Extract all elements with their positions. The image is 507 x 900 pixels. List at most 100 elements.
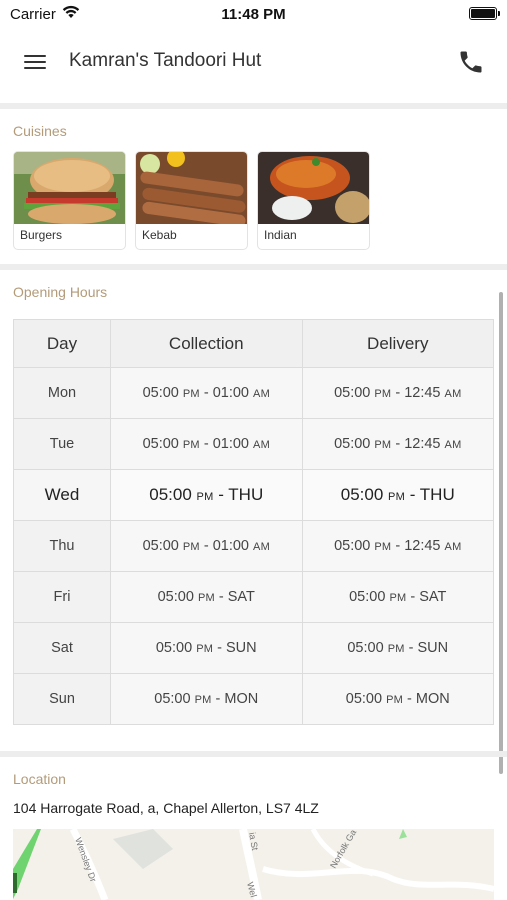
time-to: 12:45 [404, 436, 441, 452]
time-to: MON [415, 691, 450, 707]
day-cell: Thu [13, 520, 111, 572]
collection-hours-cell: 05:00 PM - 01:00 AM [110, 367, 303, 419]
time-separator: - [409, 485, 416, 504]
time-from-period: PM [388, 491, 405, 503]
time-from: 05:00 [154, 691, 191, 707]
time-separator: - [203, 436, 209, 452]
table-row: Sat 05:00 PM - SUN 05:00 PM - SUN [13, 622, 494, 674]
time-to-period: AM [253, 439, 270, 451]
collection-hours-cell: 05:00 PM - SAT [110, 571, 303, 623]
time-separator: - [218, 485, 224, 504]
hamburger-icon[interactable] [18, 48, 52, 76]
cuisine-card-burgers[interactable]: Burgers [13, 151, 126, 250]
delivery-hours-cell: 05:00 PM - THU [301, 469, 494, 521]
time-from: 05:00 [347, 640, 384, 656]
time-to: SUN [226, 640, 257, 656]
table-header-row: Day Collection Delivery [13, 319, 494, 368]
column-header-delivery: Delivery [301, 319, 494, 368]
time-from-period: PM [182, 541, 200, 553]
time-separator: - [407, 691, 412, 707]
time-to: MON [224, 691, 259, 707]
time-separator: - [395, 436, 401, 452]
time-to: SAT [419, 589, 447, 605]
time-from: 05:00 [142, 538, 179, 554]
day-cell: Wed [13, 469, 111, 521]
time-to-period: AM [444, 388, 462, 400]
time-from: 05:00 [340, 485, 384, 504]
collection-hours-cell: 05:00 PM - 01:00 AM [110, 520, 303, 572]
section-divider [0, 751, 507, 757]
table-row: Mon 05:00 PM - 01:00 AM 05:00 PM - 12:45 A… [13, 367, 494, 419]
time-from-period: PM [374, 388, 392, 400]
cuisine-label: Kebab [142, 228, 177, 242]
time-separator: - [203, 538, 209, 554]
table-row: Tue 05:00 PM - 01:00 AM 05:00 PM - 12:45 A… [13, 418, 494, 470]
time-separator: - [217, 640, 222, 656]
scrollbar[interactable] [499, 292, 503, 774]
day-cell: Sun [13, 673, 111, 725]
location-map[interactable]: Wensley Dr ia St Norfolk Ga Wel [13, 829, 494, 900]
column-header-collection: Collection [110, 319, 303, 368]
time-from: 05:00 [334, 436, 371, 452]
cuisine-card-kebab[interactable]: Kebab [135, 151, 248, 250]
collection-hours-cell: 05:00 PM - THU [110, 469, 303, 521]
table-row: Fri 05:00 PM - SAT 05:00 PM - SAT [13, 571, 494, 623]
app-header: Kamran's Tandoori Hut [0, 28, 507, 103]
time-from-period: PM [182, 388, 200, 400]
time-to: SAT [227, 589, 255, 605]
time-from: 05:00 [149, 485, 192, 504]
time-to-period: AM [253, 541, 270, 553]
time-from-period: PM [389, 592, 407, 604]
time-from-period: PM [374, 541, 392, 553]
time-separator: - [410, 589, 416, 605]
time-to: 01:00 [212, 436, 249, 452]
delivery-hours-cell: 05:00 PM - SUN [301, 622, 494, 674]
table-row: Wed 05:00 PM - THU 05:00 PM - THU [13, 469, 494, 521]
time-from: 05:00 [334, 385, 371, 401]
collection-hours-cell: 05:00 PM - SUN [110, 622, 303, 674]
time-to: 01:00 [212, 538, 249, 554]
time-to-period: AM [444, 541, 462, 553]
delivery-hours-cell: 05:00 PM - 12:45 AM [301, 418, 494, 470]
table-row: Thu 05:00 PM - 01:00 AM 05:00 PM - 12:45 A… [13, 520, 494, 572]
day-cell: Fri [13, 571, 111, 623]
location-address: 104 Harrogate Road, a, Chapel Allerton, … [13, 800, 319, 816]
time-to: THU [228, 485, 264, 504]
status-bar: Carrier 11:48 PM [0, 0, 507, 28]
time-to: SUN [417, 640, 449, 656]
time-to: 01:00 [212, 385, 249, 401]
time-separator: - [395, 385, 401, 401]
location-title: Location [13, 771, 66, 787]
time-from-period: PM [386, 694, 403, 706]
time-from: 05:00 [157, 589, 194, 605]
column-header-day: Day [13, 319, 111, 368]
time-from-period: PM [196, 643, 214, 655]
time-from: 05:00 [142, 436, 179, 452]
time-separator: - [395, 538, 401, 554]
day-cell: Sat [13, 622, 111, 674]
time-from: 05:00 [345, 691, 383, 707]
clock: 11:48 PM [221, 6, 286, 23]
time-from-period: PM [387, 643, 405, 655]
phone-icon[interactable] [457, 48, 485, 76]
collection-hours-cell: 05:00 PM - 01:00 AM [110, 418, 303, 470]
time-from: 05:00 [349, 589, 386, 605]
page-title: Kamran's Tandoori Hut [69, 50, 262, 71]
opening-hours-title: Opening Hours [13, 284, 108, 300]
collection-hours-cell: 05:00 PM - MON [110, 673, 303, 725]
time-to: 12:45 [404, 385, 441, 401]
time-from: 05:00 [142, 385, 179, 401]
time-separator: - [218, 589, 224, 605]
cuisines-title: Cuisines [13, 123, 67, 139]
kebab-image [136, 152, 247, 224]
indian-image [258, 152, 369, 224]
time-to-period: AM [444, 439, 462, 451]
delivery-hours-cell: 05:00 PM - 12:45 AM [301, 520, 494, 572]
battery-icon [469, 7, 500, 20]
section-divider [0, 103, 507, 109]
time-to-period: AM [253, 388, 270, 400]
cuisine-card-indian[interactable]: Indian [257, 151, 370, 250]
delivery-hours-cell: 05:00 PM - 12:45 AM [301, 367, 494, 419]
day-cell: Mon [13, 367, 111, 419]
table-row: Sun 05:00 PM - MON 05:00 PM - MON [13, 673, 494, 725]
